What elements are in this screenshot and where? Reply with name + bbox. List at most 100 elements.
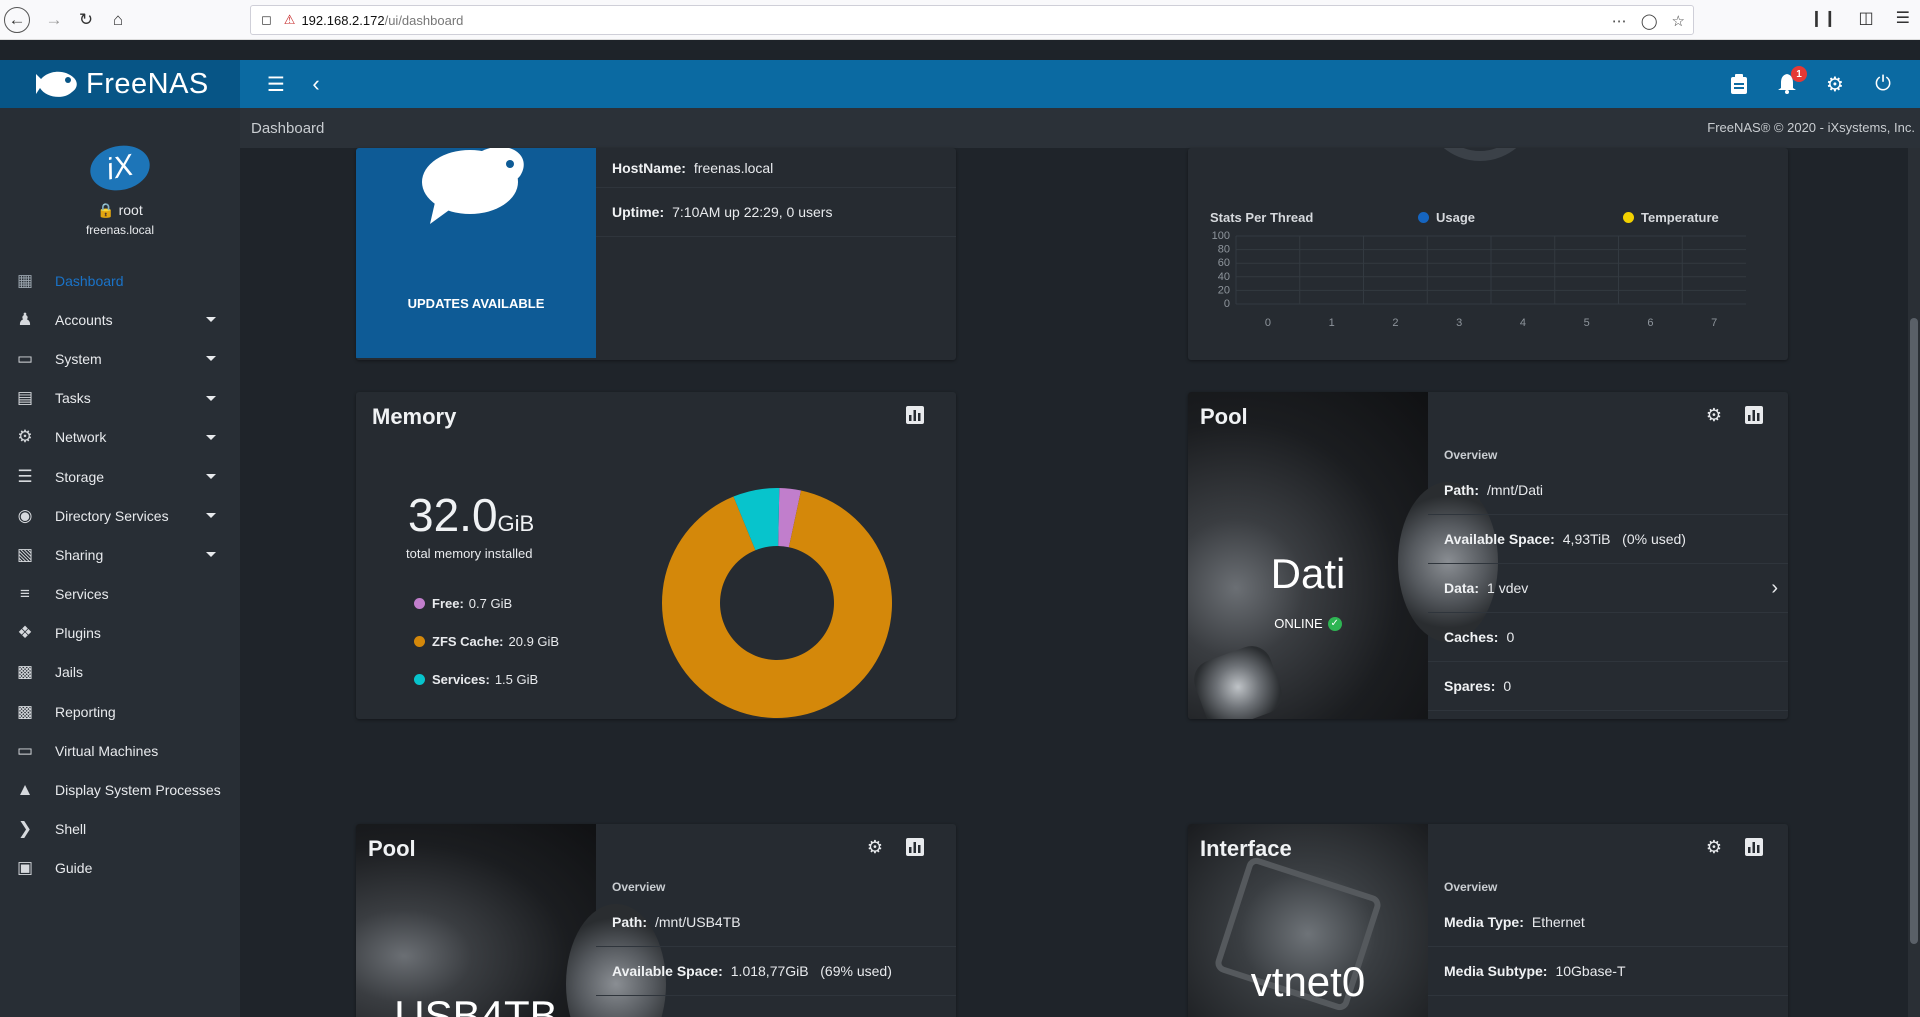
sidebar-item-guide[interactable]: ▣ Guide <box>0 849 240 888</box>
sidebar-item-label: Jails <box>55 664 84 681</box>
settings-gear-icon[interactable]: ⚙ <box>1823 72 1847 96</box>
y-tick-label: 0 <box>1224 298 1230 310</box>
sidebar-item-jails[interactable]: ▩ Jails <box>0 653 240 692</box>
detail-row: Path:/mnt/Dati <box>1428 466 1788 515</box>
folder-share-icon: ▧ <box>16 544 34 564</box>
interface-title: Interface <box>1200 836 1292 861</box>
chevron-right-icon[interactable]: › <box>1771 577 1778 600</box>
interface-card: Interface vtnet0 ⚙ Overview Media Type: E… <box>1188 824 1788 1017</box>
y-tick-label: 20 <box>1218 284 1230 296</box>
sidebar-item-services[interactable]: ≡ Services <box>0 575 240 614</box>
pool-dati-overview: Overview <box>1444 448 1498 462</box>
sidebar-item-label: System <box>55 350 102 367</box>
x-tick-label: 1 <box>1329 317 1335 329</box>
more-icon[interactable]: ⋯ <box>1612 12 1627 30</box>
clipboard-icon[interactable] <box>1727 72 1751 96</box>
x-tick-label: 3 <box>1456 317 1462 329</box>
x-tick-label: 7 <box>1711 317 1717 329</box>
sidebar-item-storage[interactable]: ☰ Storage <box>0 457 240 496</box>
detail-row[interactable]: Data: 1 vdev › <box>1428 564 1788 613</box>
sidebar-item-dashboard[interactable]: ▦ Dashboard <box>0 261 240 300</box>
sidebar-item-directory-services[interactable]: ◉ Directory Services <box>0 496 240 535</box>
notification-badge: 1 <box>1791 66 1807 82</box>
cpu-gauge <box>1443 148 1517 161</box>
sidebar-item-reporting[interactable]: ▩ Reporting <box>0 692 240 731</box>
library-icon[interactable]: ❙❙ <box>1810 8 1837 28</box>
sidebar-item-label: Network <box>55 429 107 446</box>
memory-reports-icon[interactable] <box>906 406 924 424</box>
chevron-down-icon <box>206 356 216 362</box>
detail-row: Available Space: 1.018,77GiB (69% used) <box>596 947 956 996</box>
sidebar-item-network[interactable]: ⚙ Network <box>0 418 240 457</box>
legend-temperature[interactable]: Temperature <box>1623 210 1719 225</box>
puzzle-icon: ❖ <box>17 623 33 643</box>
browser-toolbar: ← → ↻ ⌂ ◻ ⚠ 192.168.2.172/ui/dashboard ⋯… <box>0 0 1920 40</box>
brand-logo[interactable]: FreeNAS <box>0 60 240 108</box>
user-host: freenas.local <box>85 223 155 237</box>
storage-icon: ☰ <box>17 466 33 486</box>
pool-dati-name: Dati <box>1270 550 1346 597</box>
tune-icon: ≡ <box>20 584 30 604</box>
memory-donut-chart <box>662 488 892 718</box>
memory-card: Memory 32.0GiB total memory installed Fr… <box>356 392 956 719</box>
updates-available-button[interactable]: UPDATES AVAILABLE <box>356 296 596 311</box>
sidebar-item-virtual-machines[interactable]: ▭ Virtual Machines <box>0 731 240 770</box>
memory-legend-item: Free: 0.7 GiB <box>414 584 559 622</box>
back-icon[interactable]: ← <box>4 7 30 33</box>
detail-row: Available Space: 4,93TiB (0% used) <box>1428 515 1788 564</box>
legend-usage[interactable]: Usage <box>1418 210 1475 225</box>
online-check-icon: ✓ <box>1327 616 1342 631</box>
user-name: 🔒 root <box>97 202 143 218</box>
sidebar-item-tasks[interactable]: ▤ Tasks <box>0 379 240 418</box>
sidebar-item-display-system-processes[interactable]: ▲ Display System Processes <box>0 770 240 809</box>
insecure-lock-icon[interactable]: ⚠ <box>284 12 296 28</box>
terminal-icon: ❯ <box>17 819 33 839</box>
system-card: UPDATES AVAILABLE HostName: freenas.local… <box>356 148 956 360</box>
y-tick-label: 40 <box>1218 271 1230 283</box>
sidebar-item-shell[interactable]: ❯ Shell <box>0 810 240 849</box>
interface-name: vtnet0 <box>1250 958 1366 1005</box>
browser-menu-icon[interactable]: ☰ <box>1896 8 1910 28</box>
stats-per-thread-label: Stats Per Thread <box>1210 210 1314 225</box>
copyright: FreeNAS® © 2020 - iXsystems, Inc. <box>1707 120 1915 135</box>
url-host: 192.168.2.172 <box>301 12 385 28</box>
forward-icon[interactable]: → <box>40 6 68 34</box>
pool-usb-overview: Overview <box>612 880 666 894</box>
memory-legend: Free: 0.7 GiB ZFS Cache: 20.9 GiB Services: 1… <box>414 584 559 698</box>
collapse-chevron-icon[interactable]: ‹ <box>304 71 328 96</box>
detail-row: Media Subtype: 10Gbase-T <box>1428 947 1788 996</box>
bookmark-star-icon[interactable]: ☆ <box>1672 12 1685 30</box>
x-tick-label: 6 <box>1647 317 1653 329</box>
notifications-icon[interactable]: 1 <box>1775 66 1807 96</box>
pool-dati-title: Pool <box>1200 404 1248 429</box>
usage-dot-icon <box>1418 212 1429 223</box>
x-tick-label: 0 <box>1265 317 1271 329</box>
pool-dati-state: ONLINE ✓ <box>1188 616 1428 631</box>
shield-icon[interactable]: ◻ <box>261 12 272 28</box>
top-bar: FreeNAS ☰ ‹ 1 ⚙ ⏻ <box>0 60 1920 108</box>
address-bar[interactable]: ◻ ⚠ 192.168.2.172/ui/dashboard ⋯ ◯ ☆ <box>250 5 1694 35</box>
home-icon[interactable]: ⌂ <box>104 6 132 34</box>
hostname-row: HostName: freenas.local <box>596 148 956 188</box>
sidebar-item-label: Directory Services <box>55 507 169 524</box>
pool-usb-title: Pool <box>368 836 416 861</box>
sidebar-toggle-icon[interactable]: ◫ <box>1859 8 1874 28</box>
process-icon: ▲ <box>16 780 34 800</box>
reload-icon[interactable]: ↻ <box>72 6 100 34</box>
laptop-icon: ▭ <box>16 348 34 368</box>
scrollbar-thumb[interactable] <box>1910 318 1918 944</box>
breadcrumb-bar: Dashboard FreeNAS® © 2020 - iXsystems, I… <box>240 108 1920 148</box>
power-icon[interactable]: ⏻ <box>1871 72 1895 96</box>
content-scrollbar[interactable] <box>1908 148 1920 1017</box>
sidebar-item-system[interactable]: ▭ System <box>0 339 240 378</box>
sidebar-item-accounts[interactable]: ♟ Accounts <box>0 300 240 339</box>
sidebar-item-sharing[interactable]: ▧ Sharing <box>0 535 240 574</box>
chevron-down-icon <box>206 395 216 401</box>
sidebar-item-plugins[interactable]: ❖ Plugins <box>0 614 240 653</box>
dashboard-content: Dashboard FreeNAS® © 2020 - iXsystems, I… <box>240 108 1920 1017</box>
menu-icon[interactable]: ☰ <box>264 72 288 96</box>
legend-dot-icon <box>414 597 425 609</box>
chevron-down-icon <box>206 552 216 558</box>
breadcrumb: Dashboard <box>251 120 325 137</box>
pocket-icon[interactable]: ◯ <box>1641 12 1658 30</box>
